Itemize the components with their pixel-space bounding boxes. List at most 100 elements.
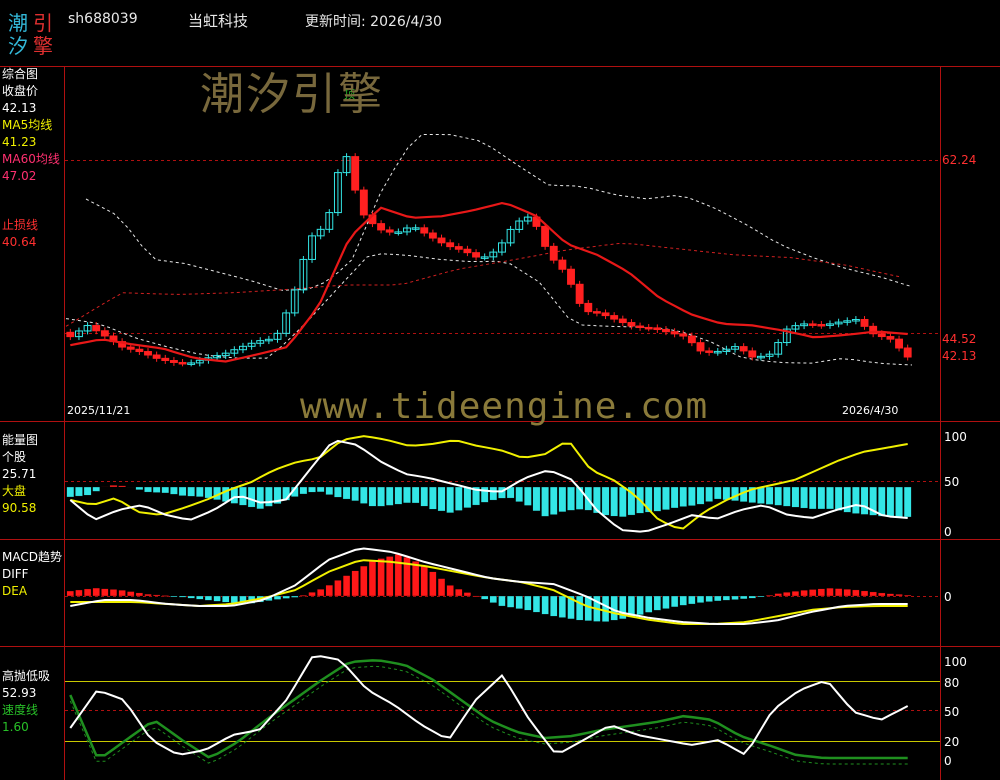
energy-bar — [498, 486, 506, 499]
macd-bar — [740, 595, 748, 600]
macd-bar — [463, 592, 472, 597]
date-start: 2025/11/21 — [67, 404, 131, 417]
macd-bar — [869, 591, 877, 597]
macd-bar — [489, 595, 497, 603]
macd-bar — [481, 595, 489, 600]
panel4-value: 52.93 — [2, 686, 37, 700]
energy-bar — [705, 486, 713, 502]
macd-bar — [317, 589, 325, 597]
macd-bar — [722, 595, 731, 601]
candle — [169, 360, 178, 363]
macd-bar — [653, 595, 661, 611]
energy-bar — [178, 486, 187, 496]
macd-bar — [688, 595, 696, 605]
energy-bar — [394, 486, 403, 505]
macd-bar — [878, 592, 886, 597]
macd-bar — [342, 575, 351, 597]
macd-bar — [394, 554, 402, 597]
energy-bar — [187, 486, 195, 497]
energy-bar — [351, 486, 359, 502]
candle — [636, 325, 645, 329]
p3-axis-0: 0 — [944, 590, 952, 604]
energy-bar — [670, 486, 679, 509]
macd-bar — [230, 595, 238, 604]
energy-bar — [619, 486, 627, 518]
energy-bar — [411, 486, 420, 504]
energy-bar — [385, 486, 394, 506]
candle — [644, 326, 653, 330]
energy-bar — [601, 486, 610, 516]
macd-bar — [826, 587, 834, 597]
macd-bar — [670, 595, 679, 608]
candle — [696, 342, 705, 352]
macd-bar — [696, 595, 705, 603]
candle — [653, 327, 662, 331]
p4-axis-20: 20 — [944, 735, 960, 749]
candle — [377, 223, 386, 231]
ma60-line — [65, 242, 903, 327]
macd-bar — [532, 595, 541, 613]
macd-bar — [222, 595, 230, 603]
energy-bar — [325, 486, 334, 495]
macd-bar — [748, 595, 756, 599]
macd-bar — [576, 595, 584, 621]
energy-bar — [800, 486, 808, 509]
candle — [420, 227, 429, 234]
macd-bar — [506, 595, 515, 608]
panel4-title: 高抛低吸 — [2, 669, 51, 683]
market-energy-label: 大盘 — [2, 484, 27, 498]
p2-axis-0: 0 — [944, 525, 952, 539]
energy-bar — [256, 486, 265, 510]
macd-bar — [714, 595, 722, 602]
candle — [472, 252, 481, 258]
candle — [558, 259, 567, 270]
candle — [592, 311, 601, 314]
candle — [100, 330, 109, 337]
macd-bar — [360, 565, 368, 597]
energy-bar — [826, 486, 834, 510]
energy-bar — [342, 486, 351, 500]
candle — [618, 318, 627, 324]
speed-line — [69, 659, 908, 760]
energy-bar — [196, 486, 204, 497]
energy-bar — [429, 486, 437, 510]
energy-bar — [299, 486, 308, 495]
energy-bar — [75, 486, 83, 497]
candle — [739, 346, 748, 352]
ma60-label: MA60均线 — [2, 152, 60, 166]
macd-bar — [817, 588, 825, 597]
candle — [446, 242, 455, 248]
energy-bar — [403, 486, 411, 504]
energy-bar — [463, 486, 472, 508]
macd-bar — [170, 595, 178, 598]
energy-bar — [308, 486, 316, 493]
panel3-legend: MACD趋势 DIFF DEA — [2, 549, 62, 600]
macd-bar — [550, 595, 558, 617]
macd-bar — [83, 588, 92, 597]
panel2-plot — [66, 435, 912, 533]
candle — [463, 248, 472, 254]
p4-axis-50: 50 — [944, 705, 960, 719]
macd-bar — [843, 589, 851, 597]
energy-bar — [731, 486, 739, 502]
candle — [903, 347, 912, 358]
energy-bar — [903, 486, 912, 518]
candle — [877, 333, 886, 338]
watermark-url: www.tideengine.com — [300, 386, 709, 427]
energy-bar — [480, 486, 489, 503]
energy-bar — [360, 486, 368, 504]
macd-bar — [101, 588, 109, 597]
energy-bar — [368, 486, 377, 507]
macd-bar — [161, 595, 169, 597]
macd-bar — [886, 593, 895, 597]
candle — [161, 357, 170, 362]
macd-bar — [420, 565, 428, 597]
macd-bar — [196, 595, 204, 600]
macd-bar — [895, 594, 903, 597]
energy-bar — [696, 486, 705, 505]
p4-axis-100: 100 — [944, 655, 967, 669]
macd-bar — [351, 570, 359, 597]
energy-bar — [558, 486, 567, 513]
macd-bar — [282, 595, 290, 599]
macd-bar — [904, 594, 912, 597]
